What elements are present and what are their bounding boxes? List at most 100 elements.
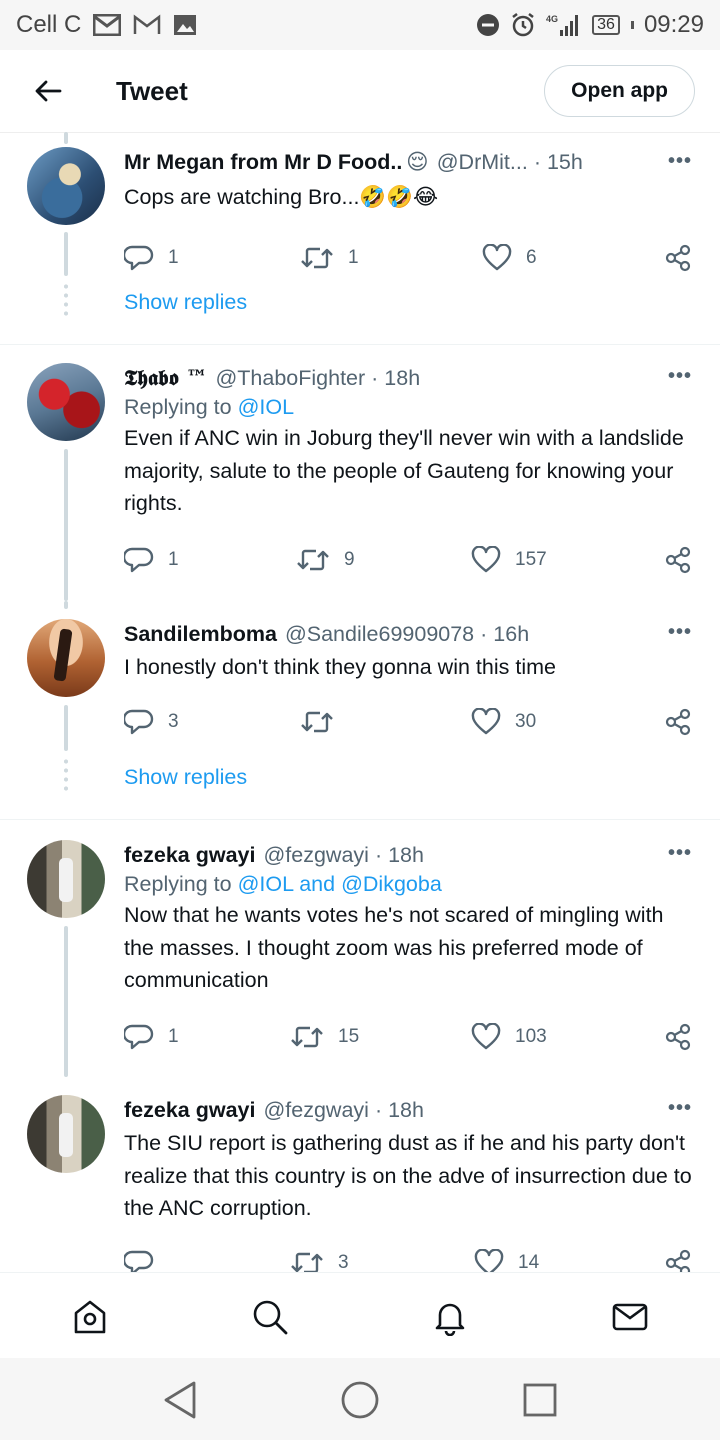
like-button[interactable]: 14 bbox=[474, 1243, 539, 1272]
bottom-navigation bbox=[0, 1272, 720, 1358]
system-back-button[interactable] bbox=[158, 1378, 202, 1422]
handle[interactable]: @fezgwayi bbox=[263, 1098, 368, 1123]
avatar[interactable] bbox=[27, 147, 105, 225]
tweet[interactable]: Mr Megan from Mr D Food.. 😌 @DrMit... · … bbox=[0, 132, 720, 276]
tweet-text: Cops are watching Bro...🤣🤣😂 bbox=[124, 185, 439, 209]
retweet-button[interactable]: 9 bbox=[296, 540, 355, 580]
retweet-icon bbox=[301, 247, 333, 268]
timestamp[interactable]: · 18h bbox=[371, 366, 420, 391]
tweet-meta: fezeka gwayi @fezgwayi · 18h bbox=[124, 1095, 696, 1125]
tweet-actions: 1 9 157 bbox=[124, 540, 696, 580]
system-recents-button[interactable] bbox=[518, 1378, 562, 1422]
system-home-button[interactable] bbox=[338, 1378, 382, 1422]
retweet-count: 3 bbox=[338, 1251, 349, 1273]
heart-icon bbox=[482, 243, 512, 270]
timestamp[interactable]: · 18h bbox=[375, 1098, 424, 1123]
share-button[interactable] bbox=[664, 1243, 692, 1272]
share-icon bbox=[665, 708, 691, 735]
display-name[interactable]: Sandilemboma bbox=[124, 622, 277, 647]
like-button[interactable]: 6 bbox=[482, 238, 537, 278]
display-name[interactable]: 𝕿𝖍𝖆𝖇𝖔 ™ bbox=[124, 366, 207, 391]
tweet-actions: 3 30 bbox=[124, 702, 696, 742]
tweet[interactable]: Sandilemboma @Sandile69909078 · 16h ••• … bbox=[0, 601, 720, 751]
open-app-button[interactable]: Open app bbox=[544, 65, 695, 117]
avatar[interactable] bbox=[27, 1095, 105, 1173]
tweet-meta: Mr Megan from Mr D Food.. 😌 @DrMit... · … bbox=[124, 147, 696, 177]
more-options-button[interactable]: ••• bbox=[668, 150, 692, 173]
mention-link[interactable]: @IOL bbox=[238, 395, 294, 419]
tweet-text: The SIU report is gathering dust as if h… bbox=[124, 1131, 692, 1220]
signal-icon: 4G bbox=[546, 12, 582, 38]
tweet[interactable]: fezeka gwayi @fezgwayi · 18h ••• Replyin… bbox=[0, 820, 720, 1077]
share-icon bbox=[665, 1023, 691, 1050]
share-button[interactable] bbox=[664, 1017, 692, 1057]
home-tab[interactable] bbox=[68, 1295, 112, 1339]
like-button[interactable]: 157 bbox=[471, 540, 547, 580]
reply-count: 1 bbox=[168, 1025, 179, 1047]
tweet-text: Even if ANC win in Joburg they'll never … bbox=[124, 426, 684, 515]
retweet-button[interactable]: 3 bbox=[290, 1243, 349, 1273]
reply-count: 1 bbox=[168, 246, 179, 268]
reply-button[interactable]: 3 bbox=[124, 702, 179, 742]
display-name[interactable]: Mr Megan from Mr D Food.. bbox=[124, 150, 402, 175]
reply-button[interactable]: 1 bbox=[124, 540, 179, 580]
like-button[interactable]: 103 bbox=[471, 1017, 547, 1057]
tweet[interactable]: 𝕿𝖍𝖆𝖇𝖔 ™ @ThaboFighter · 18h ••• Replying… bbox=[0, 345, 720, 601]
thread-line bbox=[64, 232, 68, 276]
battery-tip bbox=[630, 21, 634, 29]
reply-button[interactable] bbox=[124, 1243, 168, 1272]
notifications-icon bbox=[435, 1303, 465, 1336]
heart-icon bbox=[471, 545, 501, 572]
reply-icon bbox=[124, 1250, 154, 1272]
avatar[interactable] bbox=[27, 619, 105, 697]
thread-line bbox=[64, 449, 68, 601]
page-title: Tweet bbox=[116, 75, 188, 106]
share-button[interactable] bbox=[664, 702, 692, 742]
search-tab[interactable] bbox=[248, 1295, 292, 1339]
timestamp[interactable]: · 15h bbox=[534, 150, 583, 175]
handle[interactable]: @Sandile69909078 bbox=[285, 622, 474, 647]
more-options-button[interactable]: ••• bbox=[668, 621, 692, 644]
reply-icon bbox=[124, 547, 154, 572]
handle[interactable]: @fezgwayi bbox=[263, 843, 368, 868]
display-name[interactable]: fezeka gwayi bbox=[124, 1098, 255, 1123]
more-options-button[interactable]: ••• bbox=[668, 842, 692, 865]
more-options-button[interactable]: ••• bbox=[668, 365, 692, 388]
heart-icon bbox=[471, 707, 501, 734]
show-replies-link[interactable]: Show replies bbox=[124, 765, 247, 790]
tweet[interactable]: fezeka gwayi @fezgwayi · 18h ••• The SIU… bbox=[0, 1077, 720, 1272]
reply-button[interactable]: 1 bbox=[124, 1017, 179, 1057]
mention-link[interactable]: @IOL and @Dikgoba bbox=[238, 872, 442, 896]
circle-home-icon bbox=[341, 1381, 379, 1419]
tweet-text: I honestly don't think they gonna win th… bbox=[124, 655, 556, 679]
show-replies-link[interactable]: Show replies bbox=[124, 290, 247, 315]
like-button[interactable]: 30 bbox=[471, 702, 536, 742]
messages-tab[interactable] bbox=[608, 1295, 652, 1339]
more-options-button[interactable]: ••• bbox=[668, 1097, 692, 1120]
thread-line bbox=[64, 601, 68, 609]
back-arrow-icon bbox=[35, 80, 62, 102]
handle[interactable]: @DrMit... bbox=[437, 150, 528, 175]
notifications-tab[interactable] bbox=[428, 1295, 472, 1339]
search-icon bbox=[253, 1300, 288, 1335]
avatar[interactable] bbox=[27, 840, 105, 918]
display-name[interactable]: fezeka gwayi bbox=[124, 843, 255, 868]
timestamp[interactable]: · 18h bbox=[375, 843, 424, 868]
gmail-icon bbox=[133, 14, 161, 36]
retweet-button[interactable] bbox=[300, 702, 348, 742]
thread-line bbox=[64, 926, 68, 1077]
retweet-button[interactable]: 15 bbox=[290, 1017, 359, 1057]
heart-icon bbox=[474, 1248, 504, 1272]
reply-button[interactable]: 1 bbox=[124, 238, 179, 278]
back-button[interactable] bbox=[0, 50, 96, 132]
thread-line bbox=[64, 705, 68, 751]
avatar[interactable] bbox=[27, 363, 105, 441]
avatar-figure bbox=[59, 858, 73, 902]
retweet-button[interactable]: 1 bbox=[300, 238, 359, 278]
timestamp[interactable]: · 16h bbox=[480, 622, 529, 647]
retweet-icon bbox=[291, 1026, 323, 1047]
reply-icon bbox=[124, 245, 154, 270]
share-button[interactable] bbox=[664, 540, 692, 580]
handle[interactable]: @ThaboFighter bbox=[215, 366, 365, 391]
share-button[interactable] bbox=[664, 238, 692, 278]
